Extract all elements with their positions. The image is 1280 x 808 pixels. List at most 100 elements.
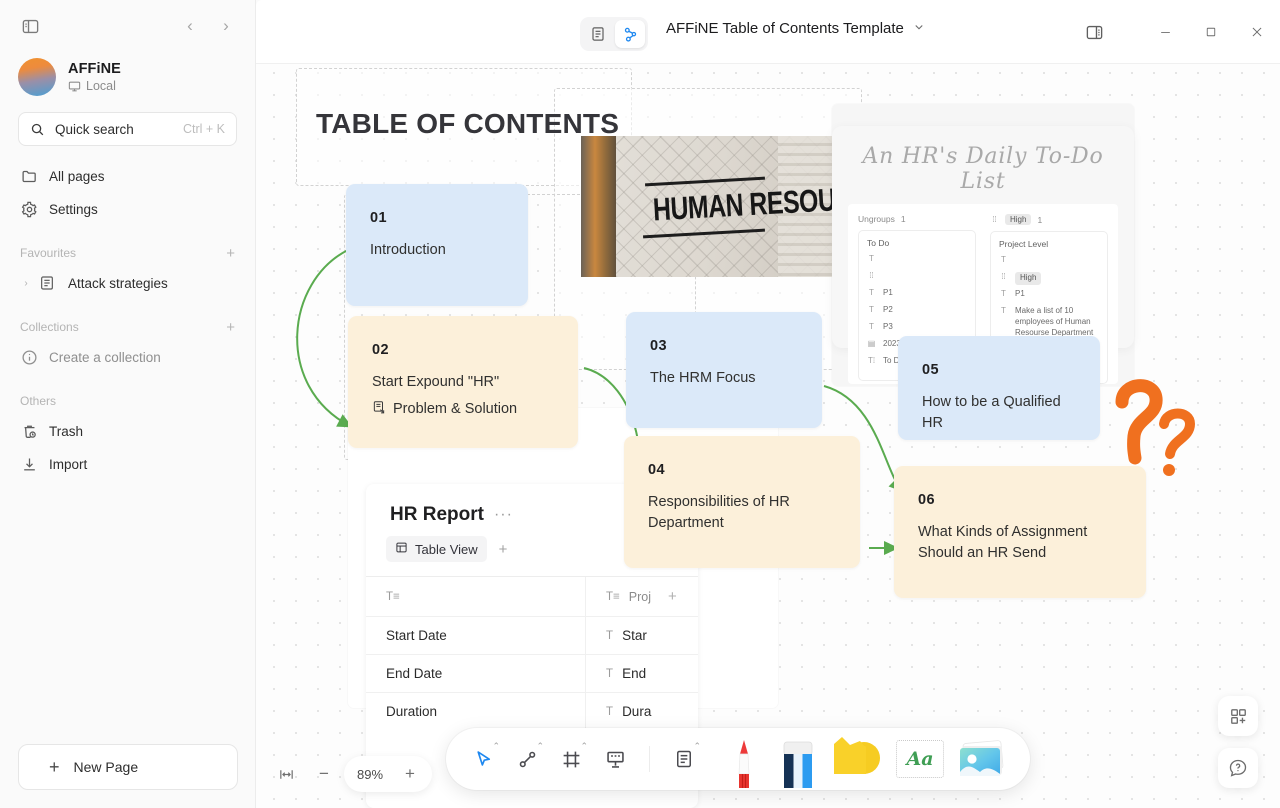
text-field-icon: T [869, 305, 874, 314]
right-sidebar-icon[interactable] [1074, 14, 1114, 50]
sidebar-item-label: Create a collection [49, 349, 161, 365]
pen-tool[interactable] [718, 728, 770, 790]
select-tool-caret[interactable]: ⌃ [492, 741, 500, 752]
todo-field-row: T P3 [867, 322, 967, 335]
zoom-percent[interactable]: 89% [348, 767, 392, 782]
select-tool[interactable]: ⌃ [462, 728, 504, 790]
chevron-right-icon[interactable]: › [20, 278, 32, 289]
cell-value: End [622, 666, 647, 681]
todo-card-title: Project Level [999, 239, 1049, 249]
page-mode-icon[interactable] [583, 20, 613, 48]
cell-title[interactable]: End Date [366, 655, 587, 692]
note-tool-caret[interactable]: ⌃ [693, 741, 701, 752]
sidebar-item-import[interactable]: Import [12, 448, 243, 480]
frame-tool[interactable]: ⌃ [550, 728, 592, 790]
nav-back-icon[interactable]: ‹ [175, 11, 205, 41]
cell-project[interactable]: T Dura [586, 693, 698, 730]
sidebar: ‹ › AFFiNE Local Quick search Ctrl + K A… [0, 0, 256, 808]
zoom-controls: − 89% + [268, 756, 432, 792]
table-view-label: Table View [415, 541, 478, 557]
cell-project[interactable]: T End [586, 655, 698, 692]
card-text: How to be a Qualified HR [922, 394, 1061, 432]
add-view-button[interactable]: + [493, 541, 514, 558]
database-table: T≡ T≡ Proj + Start Date T Star End Date … [366, 576, 698, 730]
workspace-avatar [18, 58, 56, 96]
sidebar-item-all-pages[interactable]: All pages [12, 160, 243, 192]
toc-card-05[interactable]: 05 How to be a Qualified HR [898, 336, 1100, 440]
card-linked-doc[interactable]: Problem & Solution [372, 400, 554, 418]
photo-content: HUMAN RESOURCES [581, 136, 834, 277]
todo-group-count: 1 [900, 214, 906, 224]
maximize-button[interactable] [1188, 14, 1234, 50]
help-icon[interactable] [1218, 748, 1258, 788]
add-favourite-icon[interactable]: + [226, 246, 235, 261]
image-tool[interactable] [952, 728, 1014, 790]
database-title[interactable]: HR Report [390, 504, 484, 526]
table-row[interactable]: Duration T Dura [366, 692, 698, 730]
sidebar-item-attack-strategies[interactable]: › Attack strategies [12, 267, 243, 299]
sidebar-item-settings[interactable]: Settings [12, 193, 243, 225]
connector-tool[interactable]: ⌃ [506, 728, 548, 790]
sidebar-item-trash[interactable]: Trash [12, 415, 243, 447]
sidebar-toggle-icon[interactable] [14, 10, 46, 42]
toc-card-04[interactable]: 04 Responsibilities of HR Department [624, 436, 860, 568]
minimize-button[interactable] [1142, 14, 1188, 50]
sidebar-item-create-collection[interactable]: Create a collection [12, 341, 243, 373]
shape-tool[interactable] [826, 728, 888, 790]
table-row[interactable]: Start Date T Star [366, 616, 698, 654]
nav-forward-icon[interactable]: › [211, 11, 241, 41]
gear-icon [20, 200, 38, 218]
zoom-out-button[interactable]: − [306, 756, 342, 792]
toc-card-01[interactable]: 01 Introduction [346, 184, 528, 306]
present-tool[interactable] [594, 728, 636, 790]
sidebar-item-label: Settings [49, 201, 98, 217]
edgeless-mode-icon[interactable] [615, 20, 645, 48]
document-title[interactable]: AFFiNE Table of Contents Template [666, 20, 925, 37]
toc-card-02[interactable]: 02 Start Expound "HR" Problem & Solution [348, 316, 578, 448]
cell-project[interactable]: T Star [586, 617, 698, 654]
text-tool[interactable]: Aa [890, 728, 950, 790]
card-number: 03 [650, 338, 667, 354]
workspace-sync-status: Local [68, 79, 121, 93]
search-input[interactable]: Quick search Ctrl + K [18, 112, 237, 146]
toc-card-03[interactable]: 03 The HRM Focus [626, 312, 822, 428]
fit-to-screen-icon[interactable] [268, 756, 304, 792]
close-button[interactable] [1234, 14, 1280, 50]
note-tool[interactable]: ⌃ [663, 728, 705, 790]
sidebar-section-favourites: Favourites + [0, 242, 255, 264]
todo-column-header: ⁞⁞ High 1 [990, 214, 1108, 225]
edgeless-canvas[interactable]: TABLE OF CONTENTS HUMAN RESOURCES An HR'… [256, 56, 1280, 808]
todo-list-panel[interactable]: An HR's Daily To-Do List Ungroups 1 To D… [832, 126, 1134, 385]
text-field-icon: T [869, 322, 874, 331]
add-template-icon[interactable] [1218, 696, 1258, 736]
todo-field-row: T P2 [867, 305, 967, 318]
page-title[interactable]: TABLE OF CONTENTS [316, 108, 619, 140]
todo-card-title: To Do [867, 238, 890, 248]
column-header-1[interactable]: T≡ [366, 577, 587, 616]
human-resources-photo[interactable]: HUMAN RESOURCES [581, 136, 834, 277]
add-column-button[interactable]: + [668, 588, 677, 605]
eraser-tool[interactable] [772, 728, 824, 790]
card-number: 06 [918, 492, 935, 508]
todo-field-value: P1 [1015, 289, 1025, 298]
tab-table-view[interactable]: Table View [386, 536, 487, 562]
chevron-down-icon[interactable] [913, 21, 925, 36]
todo-column-header: Ungroups 1 [858, 214, 976, 224]
add-collection-icon[interactable]: + [226, 320, 235, 335]
section-title: Others [20, 394, 57, 408]
text-field-icon: T [1001, 289, 1006, 298]
table-row[interactable]: End Date T End [366, 654, 698, 692]
cell-title[interactable]: Duration [366, 693, 587, 730]
zoom-in-button[interactable]: + [392, 756, 428, 792]
workspace-selector[interactable]: AFFiNE Local [0, 52, 255, 110]
connector-tool-caret[interactable]: ⌃ [536, 741, 544, 752]
new-page-button[interactable]: + New Page [18, 744, 238, 790]
frame-tool-caret[interactable]: ⌃ [580, 741, 588, 752]
select-field-icon: ⁞⁞ [869, 271, 874, 280]
cell-title[interactable]: Start Date [366, 617, 587, 654]
toc-card-06[interactable]: 06 What Kinds of Assignment Should an HR… [894, 466, 1146, 598]
text-cell-icon: T [606, 705, 614, 718]
select-field-icon: ⁞⁞ [992, 215, 997, 224]
column-header-2[interactable]: T≡ Proj + [586, 577, 698, 616]
database-more-icon[interactable]: ··· [494, 506, 513, 524]
